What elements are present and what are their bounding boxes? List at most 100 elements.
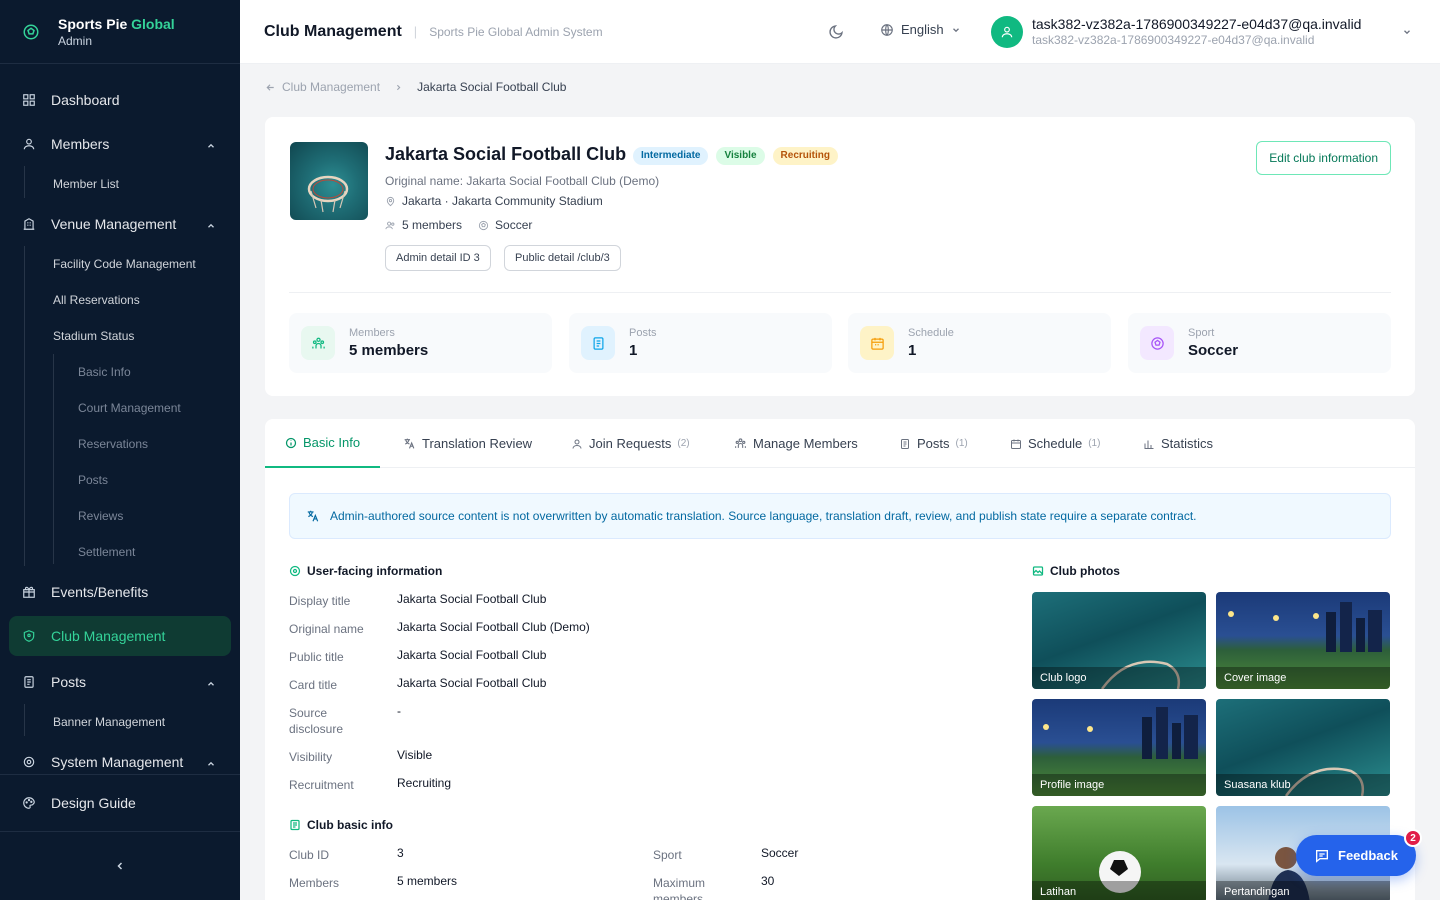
nav-reviews[interactable]: Reviews [53, 498, 240, 534]
tab-label: Basic Info [303, 435, 361, 450]
original-name: Original name: Jakarta Social Football C… [385, 174, 660, 188]
club-quick-meta: 5 members Soccer [385, 218, 532, 232]
photo-suasana-klub[interactable]: Suasana klub [1216, 699, 1390, 796]
nav-stadium-status[interactable]: Stadium Status [24, 318, 240, 354]
calendar-icon [1010, 438, 1022, 450]
nav-design-guide-label: Design Guide [51, 795, 136, 811]
info-label: Members [289, 876, 340, 890]
club-sport-text: Soccer [495, 218, 533, 232]
user-icon [1000, 25, 1014, 39]
photo-caption: Suasana klub [1216, 774, 1390, 796]
tab-join-requests[interactable]: Join Requests (2) [571, 419, 690, 468]
breadcrumb-parent[interactable]: Club Management [282, 80, 380, 94]
feedback-button[interactable]: Feedback [1296, 835, 1416, 876]
photo-caption: Profile image [1032, 774, 1206, 796]
edit-club-button[interactable]: Edit club information [1256, 141, 1391, 175]
soccer-ball-icon [22, 23, 40, 41]
photo-latihan[interactable]: Latihan [1032, 806, 1206, 900]
title-separator: | [413, 24, 418, 39]
tab-label: Statistics [1161, 436, 1214, 451]
club-photos-section-title: Club photos [1032, 564, 1120, 578]
language-select[interactable]: English [880, 22, 961, 37]
chevron-up-icon [206, 138, 216, 154]
shield-icon [22, 629, 36, 643]
tab-label: Join Requests [589, 436, 672, 451]
users-icon [385, 220, 396, 231]
tab-basic-info[interactable]: Basic Info [265, 419, 381, 468]
tab-schedule[interactable]: Schedule (1) [1010, 419, 1100, 468]
user-icon [571, 438, 583, 450]
nav-events[interactable]: Events/Benefits [0, 570, 240, 614]
chevron-right-icon [394, 83, 403, 92]
nav-basic-info[interactable]: Basic Info [53, 354, 240, 390]
brand[interactable]: Sports Pie Global Admin [0, 0, 240, 64]
eye-icon [289, 565, 301, 577]
arrow-left-icon[interactable] [265, 82, 276, 93]
stat-label: Members [349, 327, 395, 339]
section-title-text: User-facing information [307, 564, 443, 578]
nav-banner[interactable]: Banner Management [24, 704, 240, 740]
nav-member-list[interactable]: Member List [24, 166, 240, 202]
chevron-down-icon[interactable] [1402, 27, 1412, 37]
chevron-up-icon [206, 218, 216, 234]
club-basic-section-title: Club basic info [289, 818, 393, 832]
public-detail-chip[interactable]: Public detail /club/3 [504, 245, 621, 271]
soccer-ball-icon [478, 220, 489, 231]
tab-posts[interactable]: Posts (1) [899, 419, 968, 468]
nav-all-reservations[interactable]: All Reservations [24, 282, 240, 318]
photo-caption: Cover image [1216, 667, 1390, 689]
language-label: English [901, 22, 944, 37]
stat-label: Sport [1188, 327, 1215, 339]
section-title-text: Club photos [1050, 564, 1120, 578]
palette-icon [22, 796, 36, 810]
user-menu[interactable]: task382-vz382a-1786900349227-e04d37@qa.i… [991, 16, 1361, 48]
info-value: Jakarta Social Football Club (Demo) [397, 620, 590, 634]
tab-manage-members[interactable]: Manage Members [734, 419, 858, 468]
nav-reservations[interactable]: Reservations [53, 426, 240, 462]
user-icon [22, 137, 36, 151]
moon-icon[interactable] [828, 24, 844, 40]
chevron-up-icon [206, 676, 216, 692]
photo-cover-image[interactable]: Cover image [1216, 592, 1390, 689]
stat-value: 1 [908, 342, 917, 359]
photo-profile-image[interactable]: Profile image [1032, 699, 1206, 796]
nav-events-label: Events/Benefits [51, 584, 149, 600]
tab-statistics[interactable]: Statistics [1143, 419, 1213, 468]
level-badge: Intermediate [633, 147, 709, 165]
photo-club-logo[interactable]: Club logo [1032, 592, 1206, 689]
nav-members-label: Members [51, 136, 110, 152]
nav-design-guide[interactable]: Design Guide [0, 775, 240, 831]
translate-icon [306, 509, 320, 523]
nav-court-management[interactable]: Court Management [53, 390, 240, 426]
nav-club-management[interactable]: Club Management [9, 616, 231, 656]
info-value: Jakarta Social Football Club [397, 592, 547, 606]
nav-settlement[interactable]: Settlement [53, 534, 240, 570]
admin-detail-chip[interactable]: Admin detail ID 3 [385, 245, 491, 271]
page-title: Club Management [264, 22, 402, 40]
notice-text: Admin-authored source content is not ove… [330, 509, 1197, 523]
info-label: Source disclosure [289, 706, 344, 736]
user-facing-section-title: User-facing information [289, 564, 442, 578]
stat-label: Posts [629, 327, 657, 339]
info-label: Display title [289, 594, 351, 608]
nav-members[interactable]: Members [0, 122, 240, 166]
user-email: task382-vz382a-1786900349227-e04d37@qa.i… [1032, 16, 1362, 32]
brand-name: Sports Pie Global [58, 15, 175, 32]
info-value: Visible [397, 748, 433, 762]
tab-label: Translation Review [422, 436, 533, 451]
page-subtitle: Sports Pie Global Admin System [429, 24, 603, 39]
nav-dashboard[interactable]: Dashboard [0, 78, 240, 122]
nav-posts-sub[interactable]: Posts [53, 462, 240, 498]
collapse-sidebar-icon[interactable] [114, 860, 126, 872]
nav-posts[interactable]: Posts [0, 660, 240, 704]
gear-icon [22, 755, 36, 769]
info-label: Sport [653, 848, 682, 862]
nav-venue[interactable]: Venue Management [0, 202, 240, 246]
info-value: Soccer [761, 846, 799, 860]
info-label: Card title [289, 678, 338, 692]
nav-facility-code[interactable]: Facility Code Management [24, 246, 240, 282]
club-location-text: Jakarta · Jakarta Community Stadium [402, 194, 603, 208]
stat-schedule: Schedule 1 [848, 313, 1111, 373]
soccer-ball-icon [1140, 326, 1174, 360]
tab-translation-review[interactable]: Translation Review [403, 419, 532, 468]
